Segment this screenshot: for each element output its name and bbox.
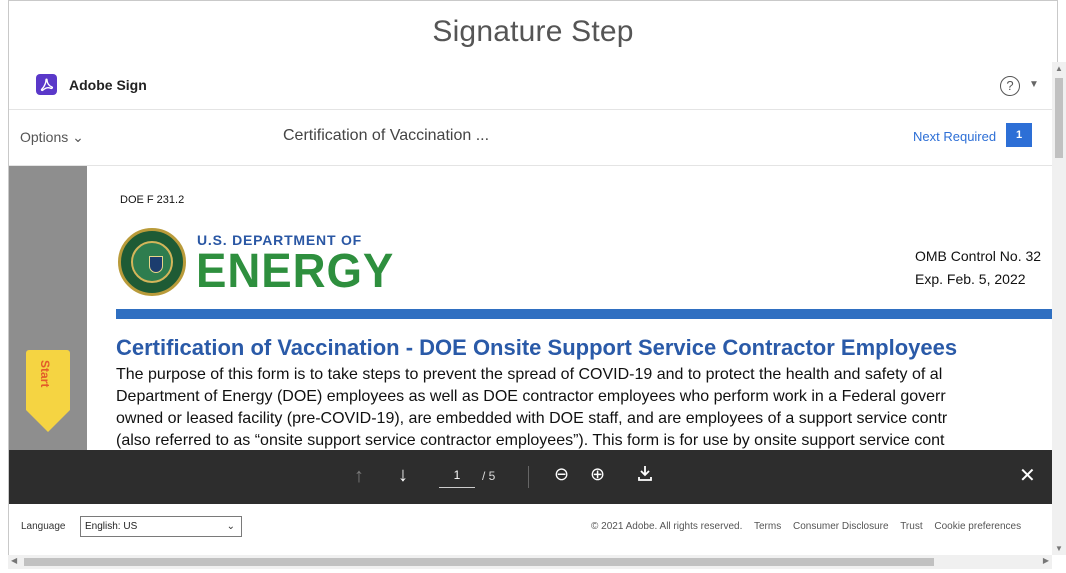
zoom-out-icon[interactable]: ⊖	[554, 464, 569, 485]
page-footer: Language English: US ⌄ © 2021 Adobe. All…	[9, 504, 1052, 550]
cookie-preferences-link[interactable]: Cookie preferences	[934, 521, 1021, 532]
paragraph-line: The purpose of this form is to take step…	[116, 366, 943, 383]
page-number-input[interactable]: 1	[439, 462, 475, 488]
window-title: Signature Step	[432, 14, 634, 48]
vertical-scrollbar[interactable]: ▲ ▼	[1052, 62, 1066, 555]
form-heading: Certification of Vaccination - DOE Onsit…	[116, 335, 958, 360]
scroll-left-arrow-icon[interactable]: ◀	[11, 556, 17, 565]
document-toolbar: Options ⌄ Certification of Vaccination .…	[9, 110, 1052, 166]
document-title: Certification of Vaccination ...	[283, 127, 490, 144]
footer-links: © 2021 Adobe. All rights reserved. Terms…	[591, 521, 1030, 532]
page-total: / 5	[482, 469, 496, 483]
chevron-down-icon: ⌄	[226, 521, 235, 532]
zoom-in-icon[interactable]: ⊕	[590, 464, 605, 485]
options-menu-button[interactable]: Options ⌄	[20, 129, 84, 146]
next-page-arrow-icon[interactable]: ↓	[398, 464, 408, 487]
horizontal-scrollbar[interactable]: ◀ ▶	[8, 555, 1052, 569]
document-page: DOE F 231.2 U.S. DEPARTMENT OF ENERGY OM…	[87, 166, 1052, 450]
copyright-text: © 2021 Adobe. All rights reserved.	[591, 521, 743, 532]
close-viewer-icon[interactable]: ✕	[1019, 463, 1036, 488]
document-viewer: DOE F 231.2 U.S. DEPARTMENT OF ENERGY OM…	[9, 166, 1052, 450]
horizontal-scroll-thumb[interactable]	[24, 558, 934, 566]
scroll-up-arrow-icon[interactable]: ▲	[1055, 64, 1063, 73]
terms-link[interactable]: Terms	[754, 521, 781, 532]
expiration-date: Exp. Feb. 5, 2022	[915, 271, 1026, 287]
scroll-down-arrow-icon[interactable]: ▼	[1055, 544, 1063, 553]
paragraph-line: (also referred to as “onsite support ser…	[116, 432, 945, 449]
language-value: English: US	[85, 521, 138, 532]
language-label: Language	[21, 521, 66, 532]
next-required-count-badge[interactable]: 1	[1006, 123, 1032, 147]
help-circle-icon[interactable]: ?	[1000, 76, 1020, 96]
page-navigation-bar: ↑ ↓ 1 / 5 ⊖ ⊕ ✕	[9, 450, 1052, 504]
doe-seal-logo	[118, 228, 186, 296]
start-label: Start	[38, 360, 52, 388]
consumer-disclosure-link[interactable]: Consumer Disclosure	[793, 521, 889, 532]
form-number: DOE F 231.2	[120, 194, 185, 206]
download-icon[interactable]	[637, 464, 653, 487]
start-tab-arrow	[26, 410, 70, 432]
paragraph-line: Department of Energy (DOE) employees as …	[116, 388, 946, 405]
app-header: Adobe Sign ? ▼	[9, 62, 1052, 110]
scroll-right-arrow-icon[interactable]: ▶	[1043, 556, 1049, 565]
paragraph-line: owned or leased facility (pre-COVID-19),…	[116, 410, 948, 427]
energy-wordmark: ENERGY	[196, 245, 395, 298]
omb-control-number: OMB Control No. 32	[915, 248, 1042, 264]
window-title-bar: Signature Step	[8, 0, 1058, 62]
browser-frame: Signature Step Adobe Sign ? ▼ Options ⌄ …	[0, 0, 1066, 573]
brand-name: Adobe Sign	[69, 77, 147, 93]
header-divider	[116, 309, 1052, 319]
language-select[interactable]: English: US ⌄	[80, 516, 242, 537]
help-menu-caret-icon[interactable]: ▼	[1029, 79, 1039, 90]
vertical-scroll-thumb[interactable]	[1055, 78, 1063, 158]
adobe-sign-logo-icon	[36, 74, 57, 95]
trust-link[interactable]: Trust	[900, 521, 922, 532]
nav-separator	[528, 466, 529, 488]
start-signing-tab[interactable]: Start	[26, 350, 70, 432]
adobe-sign-app: Adobe Sign ? ▼ Options ⌄ Certification o…	[8, 62, 1052, 555]
previous-page-arrow-icon[interactable]: ↑	[354, 465, 364, 488]
next-required-button[interactable]: Next Required	[913, 129, 996, 144]
